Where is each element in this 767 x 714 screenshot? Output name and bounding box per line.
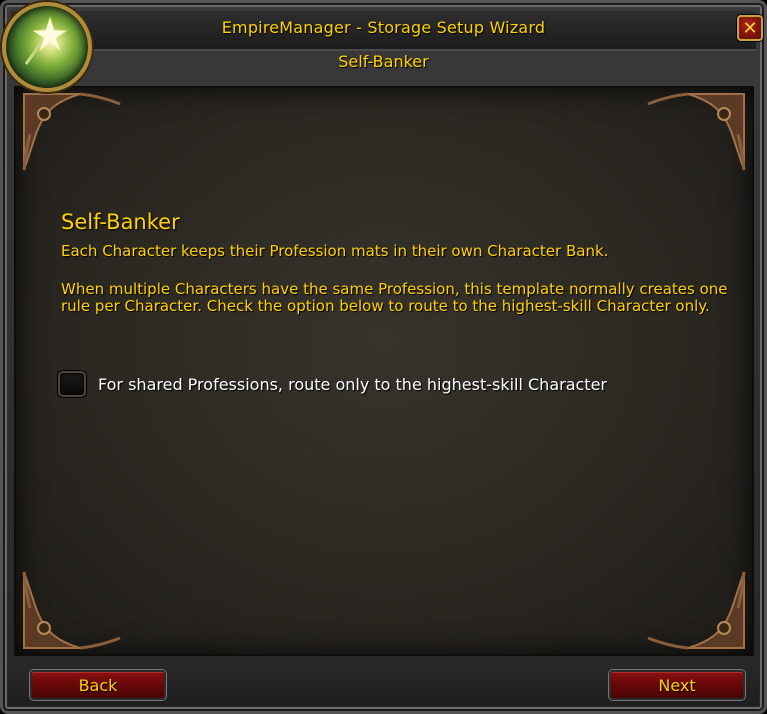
option-row[interactable]: For shared Professions, route only to th… bbox=[58, 370, 607, 398]
description-text: Each Character keeps their Profession ma… bbox=[61, 242, 609, 260]
checkbox-label[interactable]: For shared Professions, route only to th… bbox=[98, 375, 607, 394]
highest-skill-checkbox[interactable] bbox=[58, 371, 86, 397]
content-panel: Self-Banker Each Character keeps their P… bbox=[14, 86, 754, 656]
back-button[interactable]: Back bbox=[30, 670, 166, 700]
description-text: When multiple Characters have the same P… bbox=[61, 280, 728, 315]
star-wand-icon bbox=[2, 2, 92, 92]
section-title: Self-Banker bbox=[61, 210, 180, 234]
corner-ornament-icon bbox=[628, 90, 748, 180]
corner-ornament-icon bbox=[20, 90, 140, 180]
next-button[interactable]: Next bbox=[609, 670, 745, 700]
corner-ornament-icon bbox=[628, 562, 748, 652]
window-title: EmpireManager - Storage Setup Wizard bbox=[221, 18, 546, 37]
corner-ornament-icon bbox=[20, 562, 140, 652]
close-button[interactable]: ✕ bbox=[737, 15, 763, 41]
page-subtitle: Self-Banker bbox=[338, 52, 429, 71]
close-icon: ✕ bbox=[742, 17, 758, 39]
